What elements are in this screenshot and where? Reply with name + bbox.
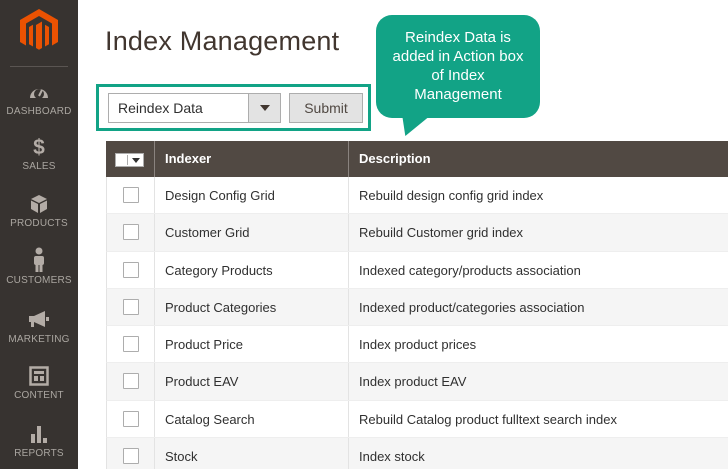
chevron-down-icon <box>260 105 270 111</box>
column-divider <box>154 400 155 438</box>
sidebar-item-content[interactable]: CONTENT <box>0 366 78 401</box>
column-divider <box>154 326 155 363</box>
indexer-cell: Product Price <box>165 337 244 353</box>
sidebar-item-reports[interactable]: REPORTS <box>0 424 78 459</box>
indexer-cell: Product Categories <box>165 299 277 315</box>
sidebar-item-dashboard[interactable]: DASHBOARD <box>0 82 78 117</box>
description-cell: Indexed product/categories association <box>359 299 585 315</box>
column-divider <box>348 251 349 288</box>
column-header-description[interactable]: Description <box>359 141 431 177</box>
column-divider <box>348 141 349 177</box>
column-divider <box>154 214 155 251</box>
chevron-down-icon <box>132 158 140 163</box>
magento-logo-icon[interactable] <box>19 8 59 54</box>
submit-button[interactable]: Submit <box>289 93 363 123</box>
table-row: Stock Index stock <box>106 438 728 469</box>
row-checkbox[interactable] <box>123 336 139 353</box>
sidebar-divider <box>10 66 68 67</box>
indexer-cell: Catalog Search <box>165 411 255 427</box>
callout-text: Reindex Data is added in Action box of I… <box>392 29 524 103</box>
megaphone-icon <box>0 310 78 332</box>
row-checkbox[interactable] <box>123 448 139 465</box>
sidebar-item-label: CUSTOMERS <box>6 275 72 286</box>
description-cell: Rebuild design config grid index <box>359 188 544 203</box>
description-cell: Rebuild Catalog product fulltext search … <box>359 411 617 427</box>
table-row: Catalog Search Rebuild Catalog product f… <box>106 400 728 439</box>
column-divider <box>348 326 349 363</box>
indexer-grid: Indexer Description Design Config Grid R… <box>106 141 728 469</box>
column-divider <box>348 400 349 438</box>
action-select-value: Reindex Data <box>118 100 203 116</box>
column-divider <box>348 438 349 469</box>
sidebar-item-label: PRODUCTS <box>10 218 68 229</box>
sidebar-item-label: REPORTS <box>14 448 64 459</box>
column-divider <box>154 288 155 326</box>
row-checkbox[interactable] <box>123 224 139 241</box>
table-row: Product Categories Indexed product/categ… <box>106 288 728 327</box>
grid-header: Indexer Description <box>106 141 728 177</box>
sidebar-item-marketing[interactable]: MARKETING <box>0 310 78 345</box>
column-divider <box>348 288 349 326</box>
description-cell: Indexed category/products association <box>359 262 581 278</box>
indexer-cell: Customer Grid <box>165 225 250 241</box>
indexer-cell: Product EAV <box>165 374 239 390</box>
sidebar-item-label: SALES <box>22 161 56 172</box>
action-select-toggle[interactable] <box>248 94 280 122</box>
page-title: Index Management <box>105 26 340 56</box>
sidebar-item-label: DASHBOARD <box>6 106 72 117</box>
description-cell: Index stock <box>359 449 425 465</box>
dollar-icon: $ <box>33 136 45 159</box>
row-checkbox[interactable] <box>123 187 139 203</box>
column-divider <box>154 251 155 288</box>
indexer-cell: Stock <box>165 449 198 465</box>
description-cell: Index product prices <box>359 337 477 353</box>
column-divider <box>154 363 155 400</box>
column-divider <box>348 177 349 214</box>
row-checkbox[interactable] <box>123 373 139 390</box>
table-row: Category Products Indexed category/produ… <box>106 251 728 289</box>
table-row: Product EAV Index product EAV <box>106 363 728 401</box>
row-checkbox[interactable] <box>123 261 139 278</box>
column-divider <box>348 363 349 400</box>
indexer-cell: Design Config Grid <box>165 188 275 203</box>
sidebar-item-label: MARKETING <box>8 334 70 345</box>
column-divider <box>154 177 155 214</box>
checkbox-icon <box>117 155 128 165</box>
sidebar-item-sales[interactable]: $ SALES <box>0 136 78 173</box>
table-row: Design Config Grid Rebuild design config… <box>106 177 728 215</box>
column-divider <box>154 438 155 469</box>
action-box-highlight: Reindex Data Submit <box>96 84 371 131</box>
column-divider <box>348 214 349 251</box>
sidebar-item-label: CONTENT <box>14 390 64 401</box>
column-divider <box>154 141 155 177</box>
row-checkbox[interactable] <box>123 410 139 427</box>
admin-sidebar: DASHBOARD $ SALES PRODUCTS CUSTOMERS MAR… <box>0 0 78 469</box>
indexer-cell: Category Products <box>165 262 273 278</box>
layout-icon <box>0 366 78 388</box>
table-row: Customer Grid Rebuild Customer grid inde… <box>106 214 728 252</box>
mass-select-checkbox[interactable] <box>115 153 144 167</box>
description-cell: Index product EAV <box>359 374 467 390</box>
person-icon <box>0 247 78 273</box>
table-row: Product Price Index product prices <box>106 326 728 364</box>
row-checkbox[interactable] <box>123 298 139 315</box>
sidebar-item-customers[interactable]: CUSTOMERS <box>0 247 78 286</box>
action-select[interactable]: Reindex Data <box>108 93 281 123</box>
callout-bubble: Reindex Data is added in Action box of I… <box>376 15 540 118</box>
sidebar-item-products[interactable]: PRODUCTS <box>0 194 78 229</box>
bar-chart-icon <box>0 424 78 446</box>
description-cell: Rebuild Customer grid index <box>359 225 524 241</box>
dashboard-gauge-icon <box>0 82 78 104</box>
cube-icon <box>0 194 78 216</box>
column-header-indexer[interactable]: Indexer <box>165 141 211 177</box>
